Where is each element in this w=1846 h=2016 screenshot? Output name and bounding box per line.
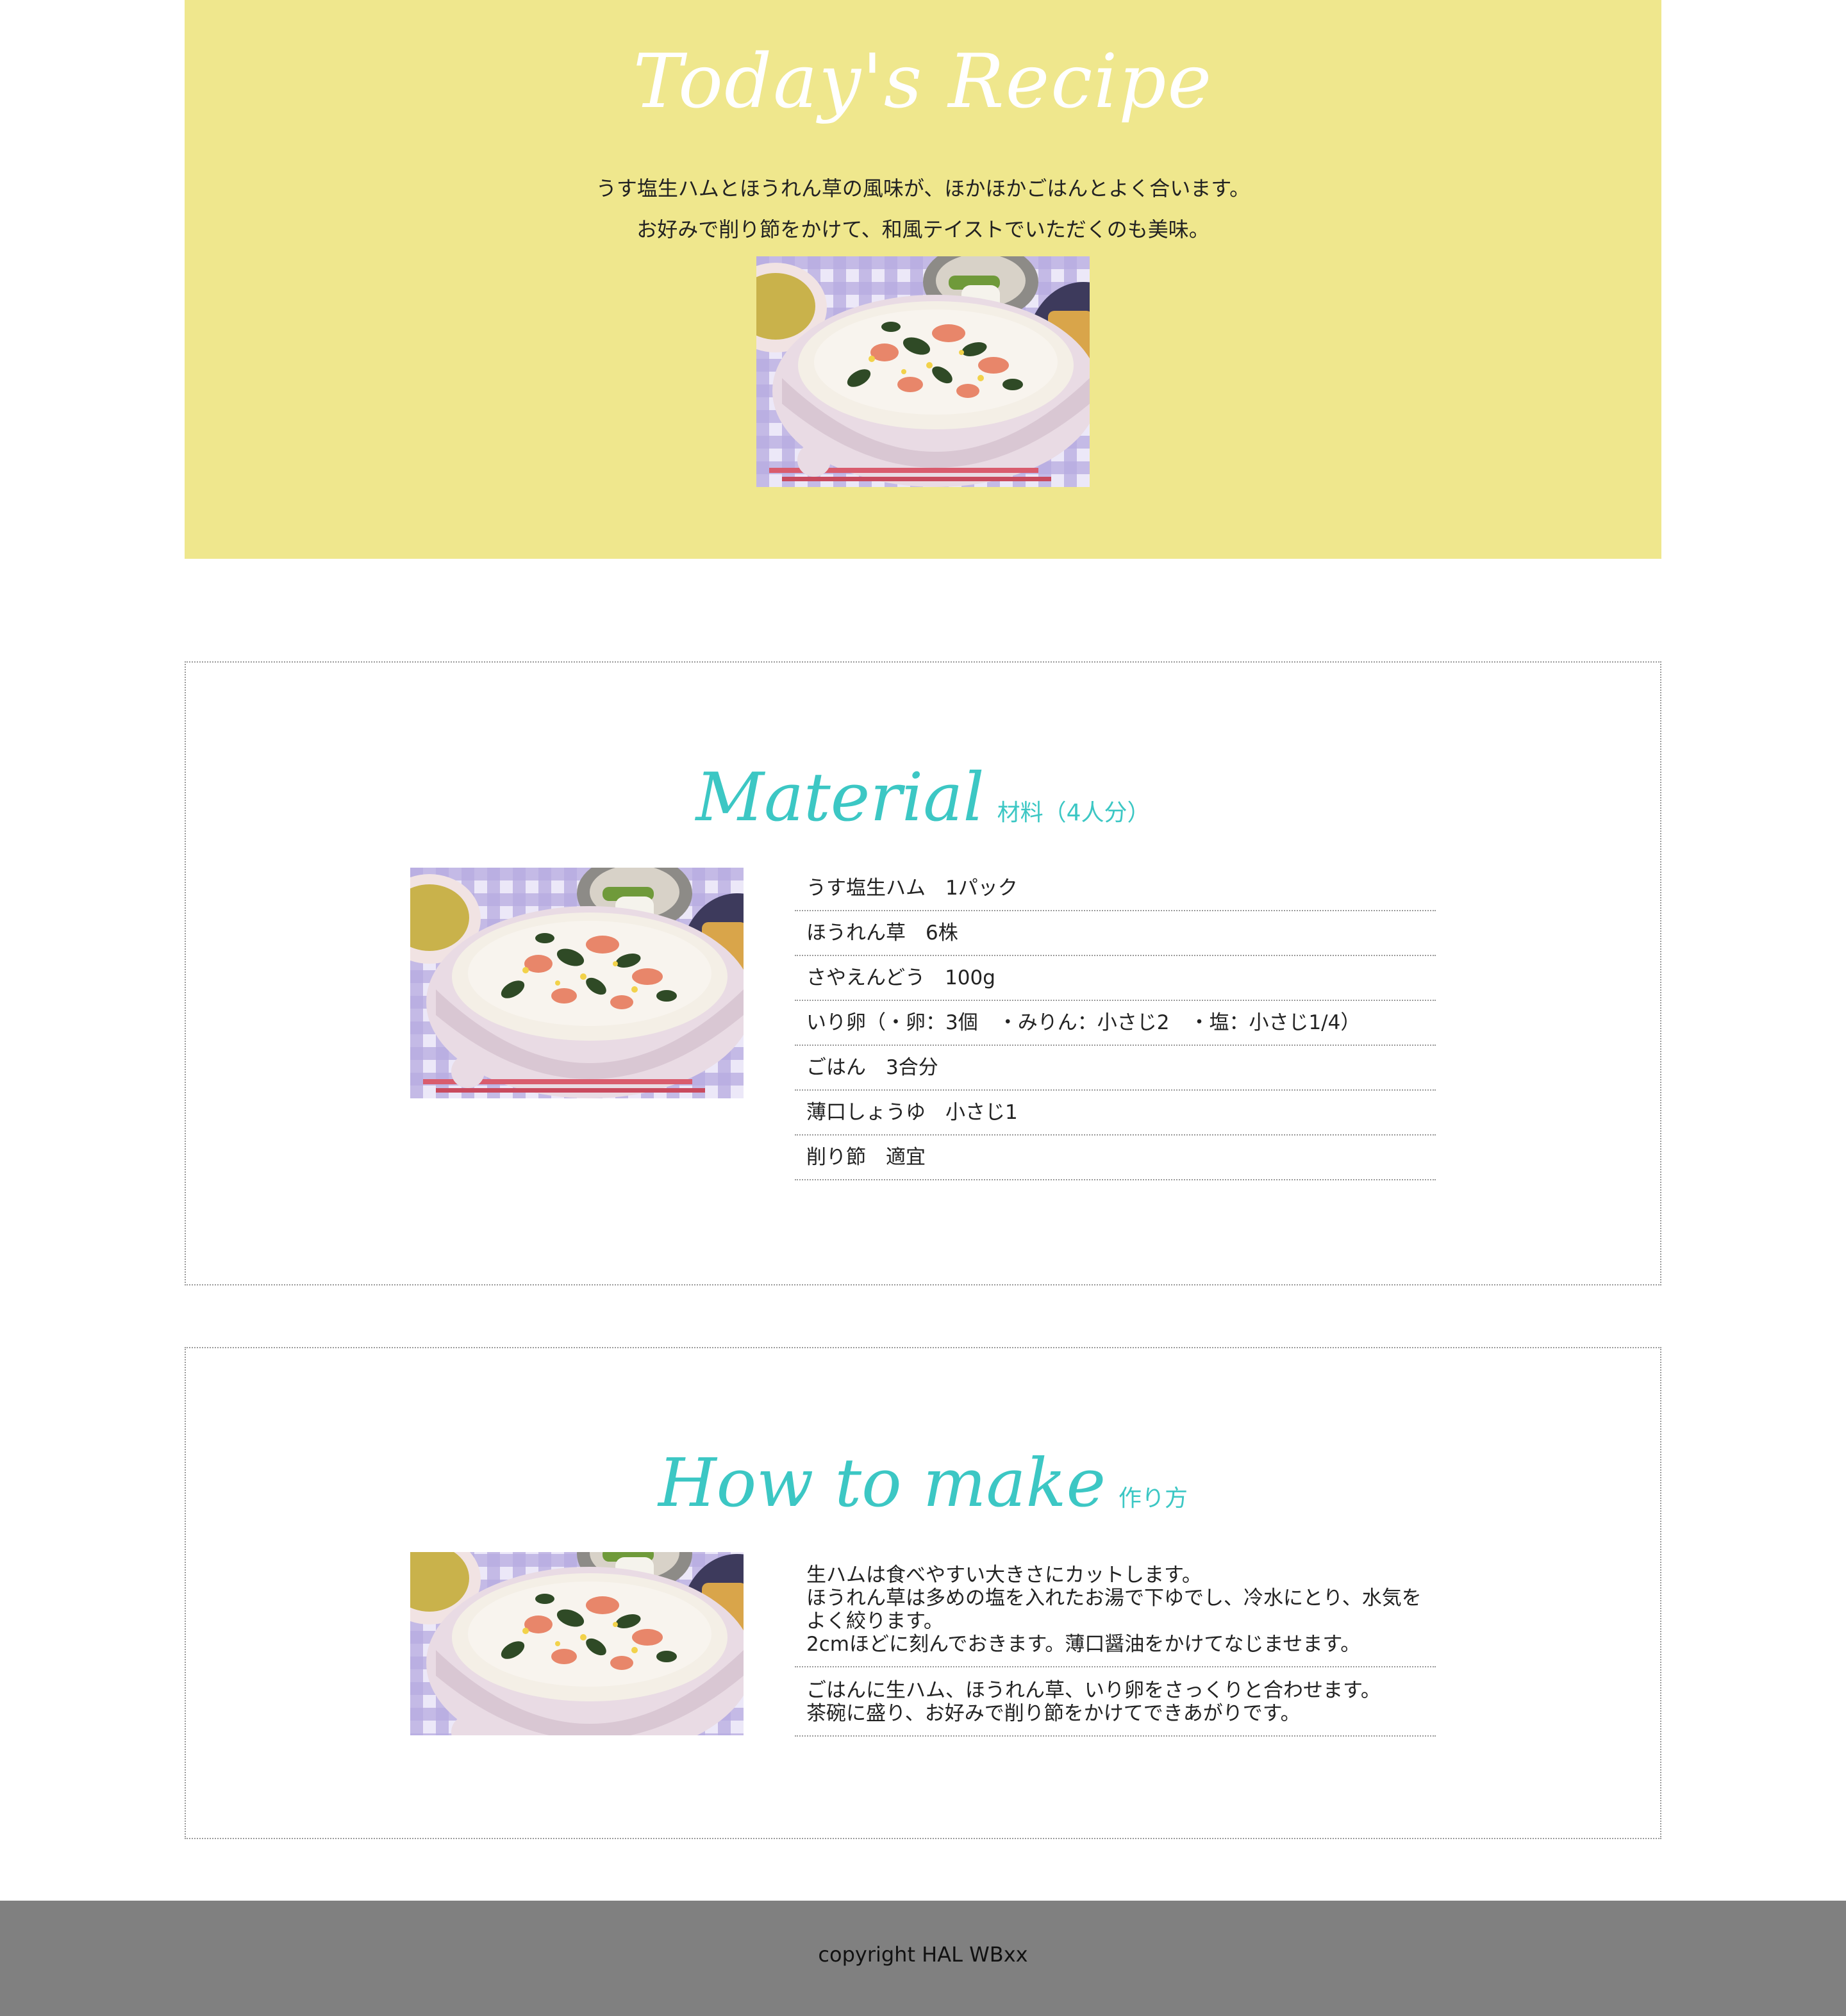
step-item: 生ハムは食べやすい大きさにカットします。 ほうれん草は多めの塩を入れたお湯で下ゆ… <box>795 1564 1436 1667</box>
step-item: ごはんに生ハム、ほうれん草、いり卵をさっくりと合わせます。 茶碗に盛り、お好みで… <box>795 1679 1436 1737</box>
copyright-text: copyright HAL WBxx <box>818 1942 1028 1967</box>
ingredient-item: うす塩生ハム 1パック <box>795 866 1436 911</box>
step-list: 生ハムは食べやすい大きさにカットします。 ほうれん草は多めの塩を入れたお湯で下ゆ… <box>795 1564 1436 1748</box>
how-title-en: How to make <box>658 1444 1106 1522</box>
step-2-line-2: 茶碗に盛り、お好みで削り節をかけてできあがりです。 <box>806 1702 1301 1725</box>
how-food-photo <box>410 1552 744 1735</box>
ingredient-item: ほうれん草 6株 <box>795 911 1436 956</box>
ingredient-item: さやえんどう 100g <box>795 956 1436 1001</box>
ingredient-item: 薄口しょうゆ 小さじ1 <box>795 1091 1436 1136</box>
ingredient-item: ごはん 3合分 <box>795 1046 1436 1091</box>
how-heading: How to make 作り方 <box>186 1450 1660 1516</box>
ingredient-list: うす塩生ハム 1パック ほうれん草 6株 さやえんどう 100g いり卵（・卵：… <box>795 866 1436 1180</box>
step-1-line-1: 生ハムは食べやすい大きさにカットします。 <box>806 1564 1202 1587</box>
hero-title: Today's Recipe <box>633 38 1213 125</box>
material-heading: Material 材料（4人分） <box>186 764 1660 830</box>
step-2-line-1: ごはんに生ハム、ほうれん草、いり卵をさっくりと合わせます。 <box>806 1679 1381 1702</box>
hero-banner: Today's Recipe うす塩生ハムとほうれん草の風味が、ほかほかごはんと… <box>185 0 1661 559</box>
hero-description: うす塩生ハムとほうれん草の風味が、ほかほかごはんとよく合います。 お好みで削り節… <box>185 168 1661 250</box>
hero-line-2: お好みで削り節をかけて、和風テイストでいただくのも美味。 <box>636 217 1210 242</box>
material-title-ja: 材料（4人分） <box>997 800 1151 826</box>
ingredient-item: 削り節 適宜 <box>795 1136 1436 1180</box>
footer: copyright HAL WBxx <box>0 1901 1846 2016</box>
how-to-make-section: How to make 作り方 生ハムは食べやすい大きさにカットします。 ほうれん… <box>185 1347 1661 1839</box>
hero-line-1: うす塩生ハムとほうれん草の風味が、ほかほかごはんとよく合います。 <box>595 176 1251 201</box>
material-title-en: Material <box>695 758 985 836</box>
step-1-line-2: ほうれん草は多めの塩を入れたお湯で下ゆでし、冷水にとり、水気をよく絞ります。 <box>806 1587 1422 1633</box>
hero-food-photo <box>756 256 1090 487</box>
ingredient-item: いり卵（・卵：3個 ・みりん：小さじ2 ・塩：小さじ1/4） <box>795 1001 1436 1046</box>
material-section: Material 材料（4人分） うす塩生ハム 1パック ほうれん草 6株 さやえ… <box>185 661 1661 1285</box>
material-food-photo <box>410 868 744 1098</box>
step-1-line-3: 2cmほどに刻んでおきます。薄口醤油をかけてなじませます。 <box>806 1633 1361 1656</box>
how-title-ja: 作り方 <box>1118 1485 1188 1512</box>
